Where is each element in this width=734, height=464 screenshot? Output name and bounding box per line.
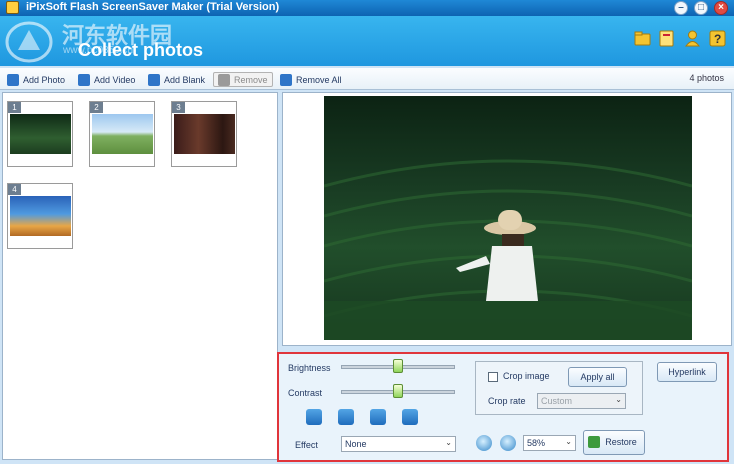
rotate-left-button[interactable] — [306, 409, 322, 425]
section-title: Collect photos — [78, 40, 203, 60]
photo-thumbnail[interactable]: 2 — [89, 101, 155, 167]
photo-list-panel[interactable]: 1 2 3 4 — [2, 92, 278, 460]
add-blank-icon — [148, 73, 160, 86]
brightness-slider-thumb[interactable] — [393, 359, 403, 373]
remove-icon — [218, 73, 230, 86]
flip-vertical-button[interactable] — [402, 409, 418, 425]
restore-button[interactable]: Restore — [583, 430, 645, 455]
chevron-down-icon: ⌄ — [445, 438, 452, 447]
add-photo-button[interactable]: Add Photo — [7, 72, 65, 87]
toolbar: Add Photo Add Video Add Blank Remove Rem… — [0, 68, 734, 90]
photo-count: 4 photos — [689, 73, 724, 83]
hyperlink-button[interactable]: Hyperlink — [657, 362, 717, 382]
title-bar: iPixSoft Flash ScreenSaver Maker (Trial … — [0, 0, 734, 16]
thumbnail-image — [10, 196, 71, 236]
thumbnail-number: 1 — [8, 102, 21, 113]
thumbnail-number: 3 — [172, 102, 185, 113]
apply-all-label: Apply all — [580, 372, 615, 382]
tea-field-photo — [324, 159, 692, 340]
folder-icon[interactable] — [634, 30, 651, 47]
crop-image-label: Crop image — [503, 371, 550, 381]
user-icon[interactable] — [684, 30, 701, 47]
remove-all-icon — [280, 73, 292, 86]
effect-value: None — [345, 439, 367, 449]
window-title: iPixSoft Flash ScreenSaver Maker (Trial … — [26, 1, 280, 13]
add-video-label: Add Video — [94, 74, 136, 85]
chevron-down-icon: ⌄ — [565, 437, 572, 446]
contrast-slider-thumb[interactable] — [393, 384, 403, 398]
minimize-button[interactable]: – — [674, 1, 688, 15]
contrast-label: Contrast — [288, 388, 323, 398]
restore-icon — [588, 436, 600, 448]
hyperlink-label: Hyperlink — [668, 367, 706, 377]
remove-all-button[interactable]: Remove All — [280, 72, 342, 87]
app-icon — [6, 1, 19, 14]
preview-image — [324, 96, 692, 340]
watermark-logo-icon — [5, 21, 53, 63]
effect-select[interactable]: None ⌄ — [341, 436, 456, 452]
add-photo-icon — [7, 73, 19, 86]
maximize-button[interactable]: □ — [694, 1, 708, 15]
thumbnail-image — [92, 114, 153, 154]
page-header: 河东软件园 www.pc0359.cn Collect photos ? — [0, 16, 734, 66]
help-icon[interactable]: ? — [709, 30, 726, 47]
zoom-value: 58% — [527, 438, 546, 448]
crop-image-checkbox[interactable] — [488, 372, 498, 382]
photo-thumbnail[interactable]: 3 — [171, 101, 237, 167]
thumbnail-image — [10, 114, 71, 154]
brightness-label: Brightness — [288, 363, 331, 373]
zoom-select[interactable]: 58% ⌄ — [523, 435, 576, 451]
close-button[interactable]: × — [714, 1, 728, 15]
crop-rate-value: Custom — [541, 396, 573, 406]
flip-horizontal-button[interactable] — [370, 409, 386, 425]
publish-icon[interactable] — [658, 30, 675, 47]
effect-label: Effect — [295, 440, 318, 450]
add-blank-label: Add Blank — [164, 74, 206, 85]
zoom-out-icon[interactable] — [500, 435, 516, 451]
remove-all-label: Remove All — [296, 74, 342, 85]
photo-thumbnail[interactable]: 1 — [7, 101, 73, 167]
thumbnail-number: 4 — [8, 184, 21, 195]
add-blank-button[interactable]: Add Blank — [148, 72, 205, 87]
remove-button[interactable]: Remove — [213, 72, 273, 87]
crop-rate-select[interactable]: Custom ⌄ — [537, 393, 626, 409]
photo-adjustments-panel: Brightness Contrast Effect None ⌄ Crop i… — [277, 352, 729, 462]
add-photo-label: Add Photo — [23, 74, 66, 85]
add-video-icon — [78, 73, 90, 86]
svg-text:?: ? — [714, 32, 721, 46]
rotate-right-button[interactable] — [338, 409, 354, 425]
thumbnail-number: 2 — [90, 102, 103, 113]
apply-all-button[interactable]: Apply all — [568, 367, 627, 387]
add-video-button[interactable]: Add Video — [78, 72, 135, 87]
crop-rate-label: Crop rate — [488, 396, 526, 406]
remove-label: Remove — [234, 74, 268, 85]
thumbnail-image — [174, 114, 235, 154]
photo-thumbnail[interactable]: 4 — [7, 183, 73, 249]
chevron-down-icon: ⌄ — [615, 395, 622, 404]
crop-group: Crop image Apply all Crop rate Custom ⌄ — [475, 361, 643, 415]
restore-label: Restore — [605, 437, 637, 447]
zoom-in-icon[interactable] — [476, 435, 492, 451]
